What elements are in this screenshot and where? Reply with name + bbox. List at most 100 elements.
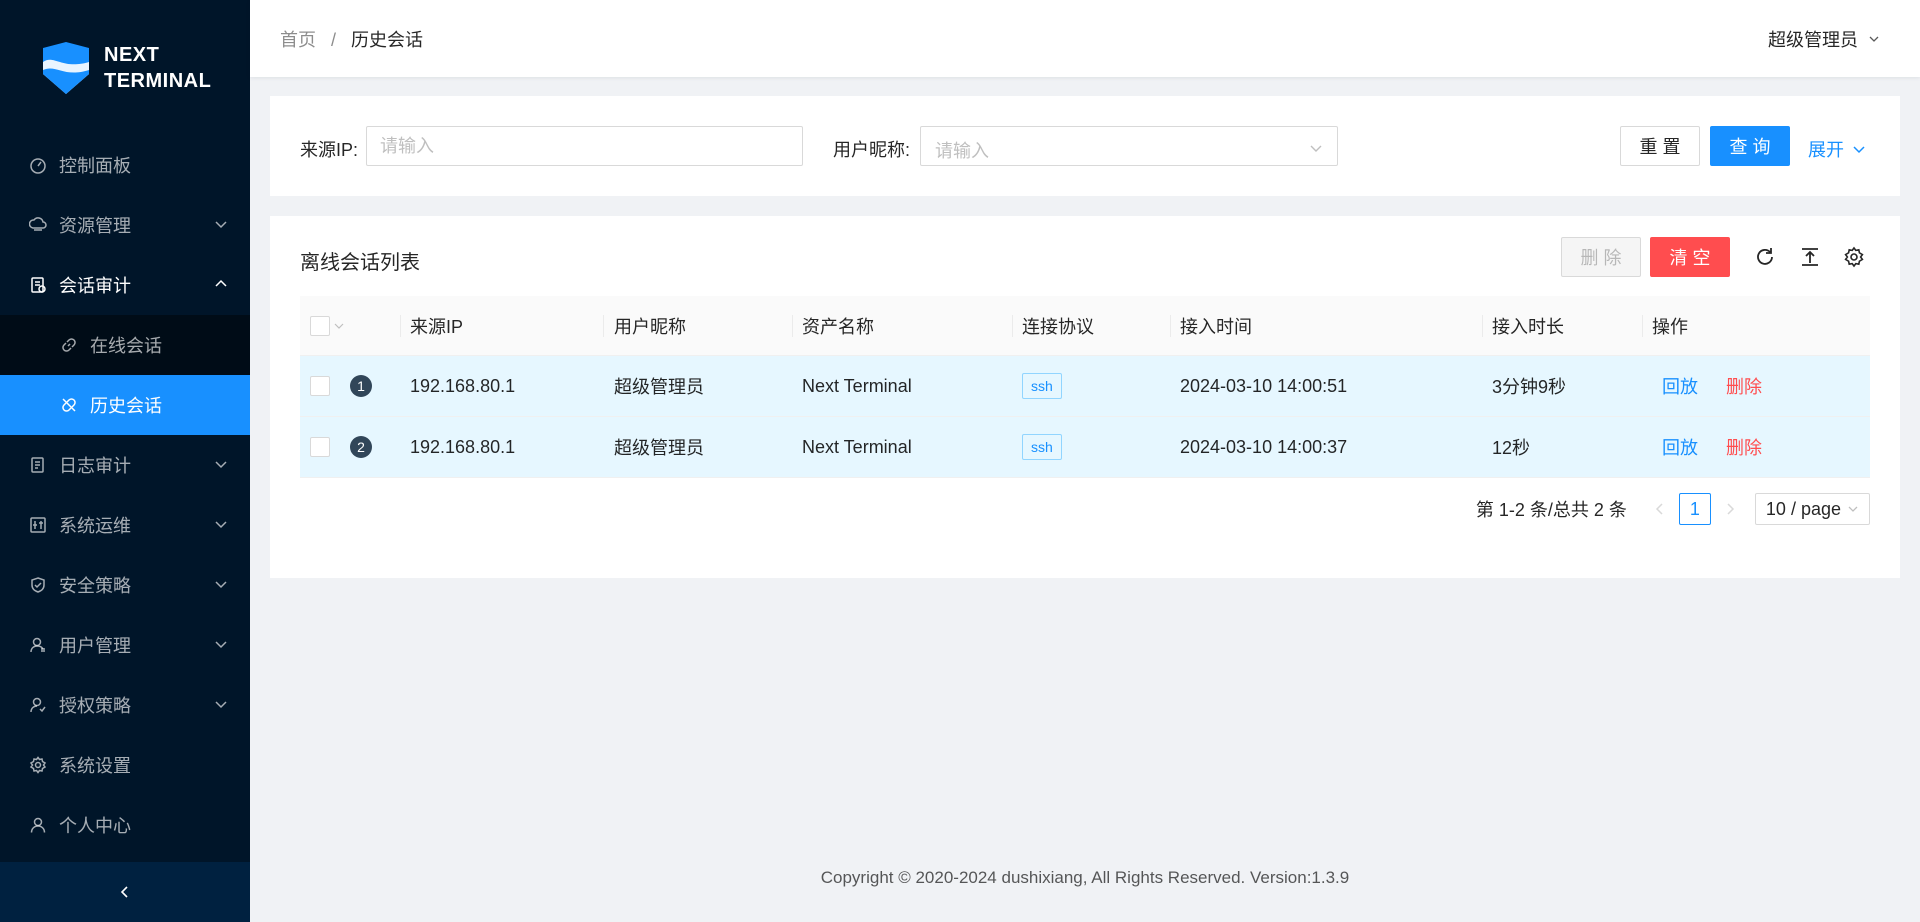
chevron-down-icon bbox=[215, 221, 227, 229]
sidebar-menu: 控制面板 资源管理 会话审计 在线会话 历史会话 日志审计 系统运维 安全策略 … bbox=[0, 135, 250, 855]
sidebar-item-label: 系统设置 bbox=[59, 756, 131, 776]
reset-button[interactable]: 重 置 bbox=[1620, 126, 1700, 166]
session-table-card: 离线会话列表 删 除 清 空 来源IP 用户昵称 资产名称 连接协议 接入时间 … bbox=[270, 216, 1900, 578]
user-menu[interactable]: 超级管理员 bbox=[1768, 26, 1880, 52]
user-name: 超级管理员 bbox=[1768, 30, 1858, 50]
next-page-icon[interactable] bbox=[1723, 502, 1737, 516]
chevron-down-icon bbox=[215, 641, 227, 649]
select-all[interactable] bbox=[310, 296, 344, 356]
user-icon bbox=[29, 636, 47, 654]
cell-access-time: 2024-03-10 14:00:37 bbox=[1180, 436, 1348, 457]
search-panel: 来源IP: 用户昵称: 请输入 重 置 查 询 展开 bbox=[270, 96, 1900, 196]
profile-icon bbox=[29, 816, 47, 834]
clear-button[interactable]: 清 空 bbox=[1650, 237, 1730, 277]
chevron-up-icon bbox=[215, 279, 227, 287]
sidebar-item-label: 授权策略 bbox=[59, 696, 131, 716]
column-height-icon[interactable] bbox=[1799, 246, 1821, 268]
sidebar-item-ops[interactable]: 系统运维 bbox=[0, 495, 250, 555]
session-table: 来源IP 用户昵称 资产名称 连接协议 接入时间 接入时长 操作 1 192.1… bbox=[300, 296, 1870, 478]
chevron-down-icon[interactable] bbox=[334, 321, 344, 331]
cell-asset-name: Next Terminal bbox=[802, 436, 912, 457]
column-source-ip: 来源IP bbox=[410, 317, 464, 337]
link-icon bbox=[60, 336, 78, 354]
column-access-time: 接入时间 bbox=[1180, 317, 1252, 337]
column-separator bbox=[1170, 315, 1171, 337]
pagination: 第 1-2 条/总共 2 条 1 10 / page bbox=[1476, 493, 1870, 525]
column-asset-name: 资产名称 bbox=[802, 317, 874, 337]
select-all-checkbox[interactable] bbox=[310, 316, 330, 336]
page-size-select[interactable]: 10 / page bbox=[1754, 493, 1870, 525]
table-setting-icon[interactable] bbox=[1843, 246, 1865, 268]
sidebar-item-label: 日志审计 bbox=[59, 456, 131, 476]
breadcrumb-separator: / bbox=[331, 29, 337, 50]
cell-access-time: 2024-03-10 14:00:51 bbox=[1180, 375, 1348, 396]
chevron-down-icon bbox=[215, 581, 227, 589]
page-number-current[interactable]: 1 bbox=[1678, 493, 1711, 525]
column-separator bbox=[1642, 315, 1643, 337]
sidebar-item-authorization[interactable]: 授权策略 bbox=[0, 675, 250, 735]
top-header: 首页 / 历史会话 超级管理员 bbox=[250, 0, 1920, 77]
sidebar-item-label: 控制面板 bbox=[59, 156, 131, 176]
logo-line2: TERMINAL bbox=[104, 69, 212, 92]
breadcrumb-current: 历史会话 bbox=[351, 29, 424, 50]
nickname-select[interactable]: 请输入 bbox=[920, 126, 1338, 166]
protocol-tag: ssh bbox=[1022, 373, 1062, 399]
chevron-down-icon bbox=[1869, 36, 1879, 42]
sidebar-item-session-audit[interactable]: 会话审计 bbox=[0, 255, 250, 315]
table-row: 2 192.168.80.1 超级管理员 Next Terminal ssh 2… bbox=[300, 417, 1870, 478]
delete-link[interactable]: 删除 bbox=[1726, 434, 1762, 460]
breadcrumb: 首页 / 历史会话 bbox=[280, 26, 423, 52]
sidebar-item-dashboard[interactable]: 控制面板 bbox=[0, 135, 250, 195]
column-duration: 接入时长 bbox=[1492, 317, 1564, 337]
chevron-left-icon bbox=[120, 886, 128, 898]
delete-link[interactable]: 删除 bbox=[1726, 373, 1762, 399]
sidebar-item-label: 资源管理 bbox=[59, 216, 131, 236]
sidebar-item-settings[interactable]: 系统设置 bbox=[0, 735, 250, 795]
safety-icon bbox=[29, 576, 47, 594]
row-index-badge: 1 bbox=[350, 375, 372, 397]
source-ip-input[interactable] bbox=[366, 126, 803, 166]
logo-line1: NEXT bbox=[104, 43, 160, 66]
sidebar-item-log-audit[interactable]: 日志审计 bbox=[0, 435, 250, 495]
sidebar-item-online-sessions[interactable]: 在线会话 bbox=[0, 315, 250, 375]
replay-link[interactable]: 回放 bbox=[1662, 434, 1698, 460]
column-protocol: 连接协议 bbox=[1022, 317, 1094, 337]
prev-page-icon[interactable] bbox=[1653, 502, 1667, 516]
sidebar-item-label: 安全策略 bbox=[59, 576, 131, 596]
cell-source-ip: 192.168.80.1 bbox=[410, 375, 516, 396]
sidebar-item-security[interactable]: 安全策略 bbox=[0, 555, 250, 615]
column-separator bbox=[603, 315, 604, 337]
disconnect-icon bbox=[60, 396, 78, 414]
chevron-down-icon bbox=[215, 521, 227, 529]
setting-icon bbox=[29, 756, 47, 774]
row-checkbox[interactable] bbox=[310, 376, 330, 396]
sidebar-item-profile[interactable]: 个人中心 bbox=[0, 795, 250, 855]
cell-asset-name: Next Terminal bbox=[802, 375, 912, 396]
row-checkbox[interactable] bbox=[310, 437, 330, 457]
sidebar-collapse-button[interactable] bbox=[0, 862, 250, 922]
sidebar-item-label: 系统运维 bbox=[59, 516, 131, 536]
pagination-total: 第 1-2 条/总共 2 条 bbox=[1475, 500, 1627, 520]
chevron-down-icon bbox=[215, 701, 227, 709]
footer-copyright: Copyright © 2020-2024 dushixiang, All Ri… bbox=[820, 868, 1350, 887]
chevron-down-icon bbox=[1853, 146, 1865, 154]
batch-delete-button[interactable]: 删 除 bbox=[1561, 237, 1641, 277]
session-audit-submenu: 在线会话 历史会话 bbox=[0, 315, 250, 435]
chevron-down-icon bbox=[1848, 506, 1858, 512]
sidebar-item-users[interactable]: 用户管理 bbox=[0, 615, 250, 675]
logo-icon bbox=[43, 41, 89, 94]
cell-nickname: 超级管理员 bbox=[614, 438, 704, 458]
page-size-value: 10 / page bbox=[1765, 498, 1841, 519]
sidebar-item-label: 个人中心 bbox=[59, 816, 131, 836]
sidebar-item-resources[interactable]: 资源管理 bbox=[0, 195, 250, 255]
sidebar-item-history-sessions[interactable]: 历史会话 bbox=[0, 375, 250, 435]
cell-duration: 3分钟9秒 bbox=[1492, 377, 1567, 397]
authorize-icon bbox=[29, 696, 47, 714]
reload-icon[interactable] bbox=[1754, 246, 1776, 268]
query-button[interactable]: 查 询 bbox=[1710, 126, 1790, 166]
breadcrumb-home[interactable]: 首页 bbox=[280, 30, 316, 50]
replay-link[interactable]: 回放 bbox=[1662, 373, 1698, 399]
ops-icon bbox=[29, 516, 47, 534]
expand-toggle[interactable]: 展开 bbox=[1808, 136, 1866, 162]
logo[interactable]: NEXT TERMINAL bbox=[0, 0, 250, 135]
